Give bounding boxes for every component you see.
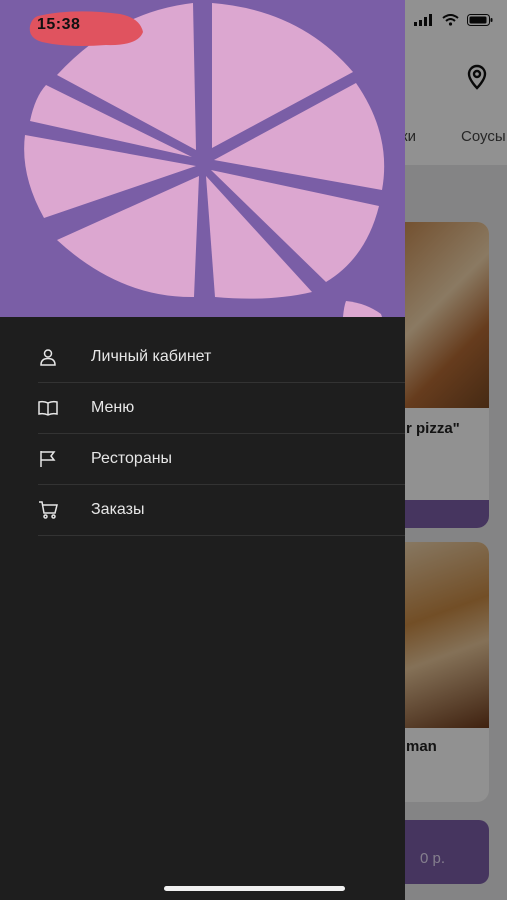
flag-icon (38, 449, 58, 469)
navigation-drawer: 15:38 Личный кабинет Меню Рестораны Зака… (0, 0, 405, 900)
person-icon (38, 347, 58, 367)
menu-item-label: Заказы (91, 501, 145, 518)
menu-item-label: Меню (91, 399, 135, 416)
status-time: 15:38 (37, 16, 81, 33)
menu-item-label: Рестораны (91, 450, 173, 467)
menu-item-label: Личный кабинет (91, 348, 212, 365)
drawer-menu: Личный кабинет Меню Рестораны Заказы (38, 332, 405, 536)
book-icon (38, 398, 58, 418)
menu-item-menu[interactable]: Меню (38, 383, 405, 434)
menu-item-orders[interactable]: Заказы (38, 485, 405, 536)
home-indicator[interactable] (164, 886, 345, 891)
drawer-header: 15:38 (0, 0, 405, 317)
menu-item-account[interactable]: Личный кабинет (38, 332, 405, 383)
cart-icon (38, 500, 58, 520)
menu-item-restaurants[interactable]: Рестораны (38, 434, 405, 485)
